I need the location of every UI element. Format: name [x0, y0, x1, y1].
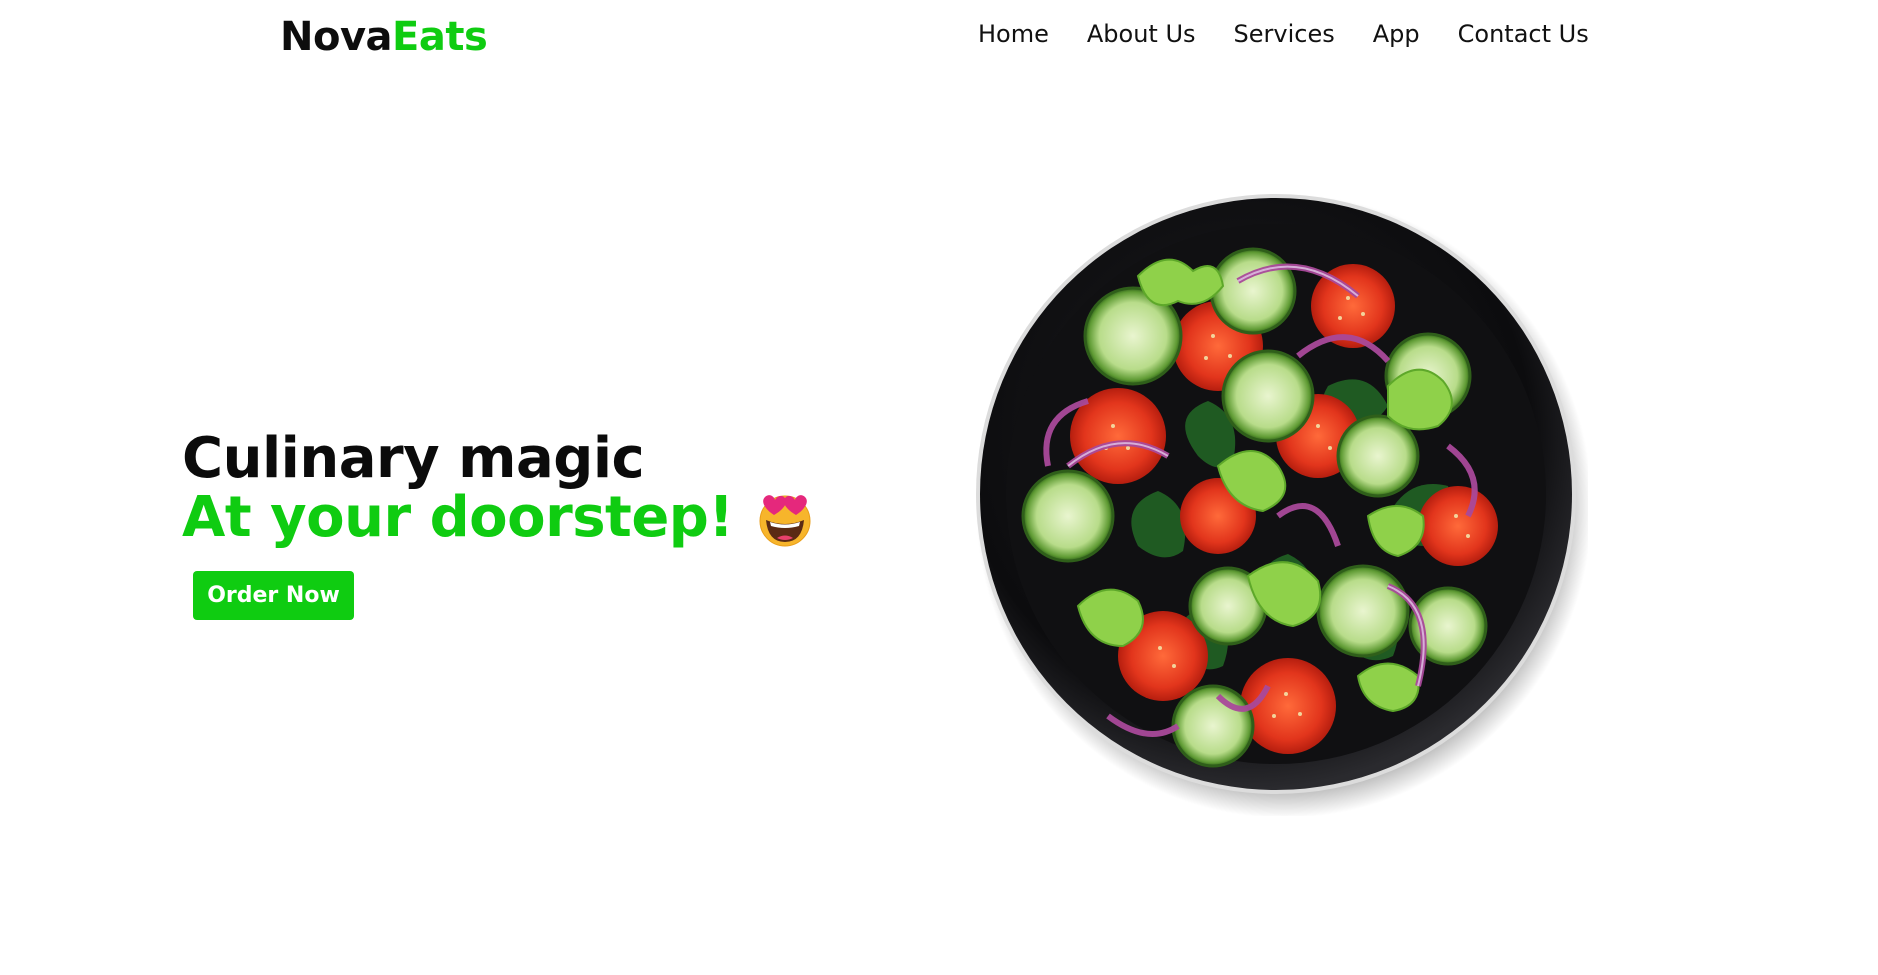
navbar: NovaEats Home About Us Services App Cont…: [0, 0, 1878, 75]
salad-plate-image: [968, 186, 1592, 818]
hero-title-line2: At your doorstep!: [182, 485, 734, 550]
nav-link-about-us[interactable]: About Us: [1087, 20, 1196, 48]
brand-name-part1: Nova: [280, 14, 393, 60]
order-now-button[interactable]: Order Now: [193, 571, 354, 620]
nav-link-services[interactable]: Services: [1234, 20, 1335, 48]
nav-link-contact-us[interactable]: Contact Us: [1458, 20, 1589, 48]
brand-name-part2: Eats: [392, 14, 488, 60]
nav-link-home[interactable]: Home: [978, 20, 1049, 48]
hero-heading: Culinary magic At your doorstep!: [182, 430, 815, 548]
main-nav: Home About Us Services App Contact Us: [978, 20, 1589, 48]
nav-link-app[interactable]: App: [1373, 20, 1420, 48]
hero-title-line1: Culinary magic: [182, 426, 645, 491]
heart-eyes-emoji-icon: [755, 488, 815, 548]
hero-title-line2-row: At your doorstep!: [182, 488, 815, 548]
brand-logo[interactable]: NovaEats: [280, 14, 488, 60]
